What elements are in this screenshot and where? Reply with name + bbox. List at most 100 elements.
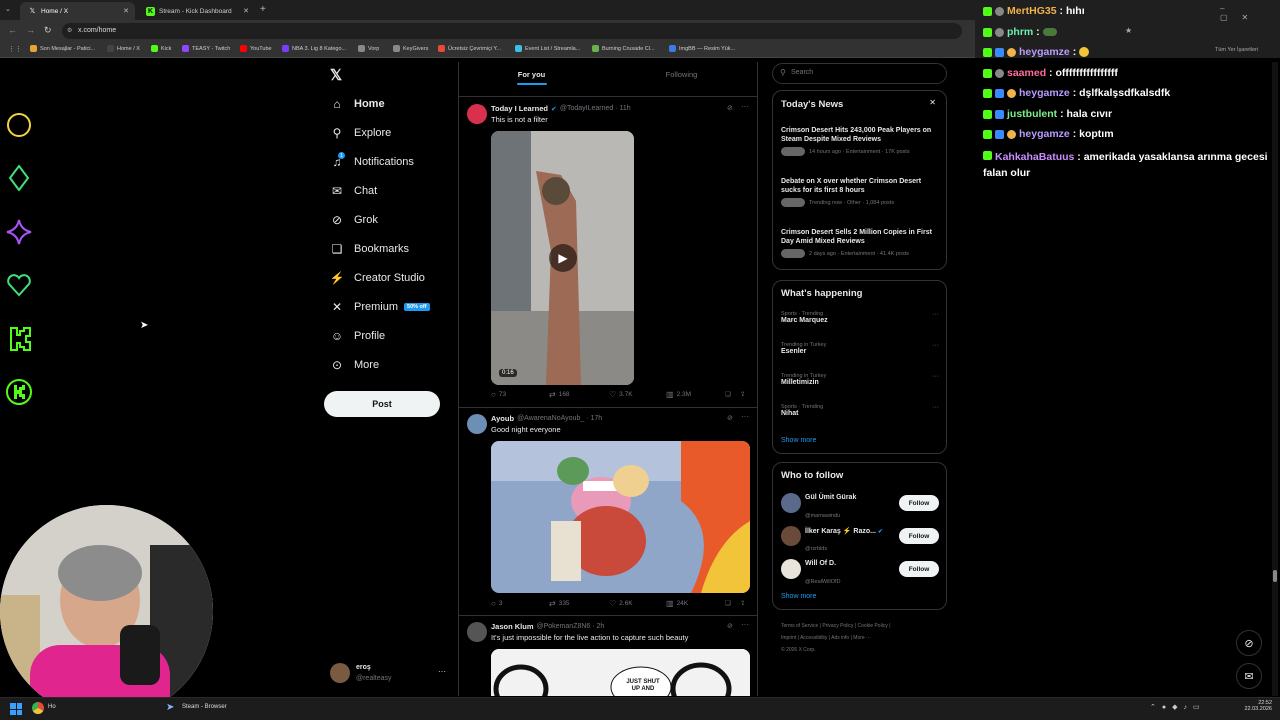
bookmark-item[interactable]: TEASY - Twitch [182,45,230,52]
more-dots-icon[interactable]: ··· [741,620,749,629]
news-item[interactable]: Crimson Desert Hits 243,000 Peak Players… [781,126,939,156]
follow-suggestion[interactable]: Gül Ümit Gürak @mamawindu Follow [781,492,939,519]
bookmark-item[interactable]: Vorp [358,45,379,52]
follow-button[interactable]: Follow [899,561,939,577]
follow-suggestion[interactable]: Will Of D. @RealWillOfD Follow [781,558,939,585]
bookmark-item[interactable]: Kick [151,45,171,52]
repost-button[interactable]: ⇄ 335 [549,599,570,608]
play-icon[interactable]: ▶ [549,244,577,272]
reply-button[interactable]: ○ 73 [491,390,506,399]
system-tray-icons[interactable]: ⌃●◆♪▭ [1150,703,1206,711]
more-dots-icon[interactable]: ··· [932,342,939,349]
grok-icon[interactable]: ⊘ [727,622,733,630]
nav-more[interactable]: ⊙ More [330,355,379,375]
avatar[interactable] [781,493,801,513]
nav-grok[interactable]: ⊘ Grok [330,210,378,230]
window-controls[interactable]: –▢✕ [1220,4,1280,22]
nav-creator-studio[interactable]: ⚡ Creator Studio [330,268,425,288]
reload-icon[interactable]: ↻ [44,25,52,36]
show-more-link[interactable]: Show more [781,593,816,600]
news-item[interactable]: Crimson Desert Sells 2 Million Copies in… [781,228,939,258]
footer-link[interactable]: Ads info [831,635,849,641]
forward-icon[interactable]: → [26,25,35,35]
more-dots-icon[interactable]: ··· [932,404,939,411]
footer-link[interactable]: More ··· [853,635,871,641]
share-icon[interactable]: ⇪ [740,599,745,607]
bookmark-item[interactable]: ImgBB — Resim Yük... [669,45,735,52]
follow-button[interactable]: Follow [899,495,939,511]
like-button[interactable]: ♡ 2.6K [609,599,633,608]
new-tab-icon[interactable]: + [260,4,266,15]
tweet[interactable]: Today I Learned ✔ @TodayILearned · 11h ⊘… [459,97,757,407]
account-name[interactable]: eroş [356,664,371,671]
messages-icon[interactable]: ✉ [1236,663,1262,689]
more-dots-icon[interactable]: ··· [932,373,939,380]
nav-bookmarks[interactable]: ❏ Bookmarks [330,239,409,259]
star-icon[interactable]: ★ [1125,26,1132,35]
chrome-icon[interactable] [32,702,44,714]
trend-item[interactable]: Sports · Trending Marc Marquez ··· [781,311,939,324]
more-dots-icon[interactable]: ··· [741,412,749,421]
taskbar-item-label[interactable]: Ho [48,704,56,710]
x-logo-icon[interactable]: 𝕏 [330,66,342,84]
close-icon[interactable]: ✕ [929,98,936,107]
tweet-image[interactable] [491,441,750,593]
avatar[interactable] [781,559,801,579]
bookmark-item[interactable]: NBA 3. Lig 8 Katego... [282,45,346,52]
trend-item[interactable]: Trending in Turkey Esenler ··· [781,342,939,355]
apps-icon[interactable]: ⋮⋮ [8,45,22,53]
avatar[interactable] [781,526,801,546]
show-more-link[interactable]: Show more [781,437,816,444]
search-input[interactable]: ⚲ Search [772,63,947,84]
footer-link[interactable]: Terms of Service [781,623,818,629]
more-dots-icon[interactable]: ··· [932,311,939,318]
trend-item[interactable]: Sports · Trending Nihat ··· [781,404,939,417]
grok-icon[interactable]: ⊘ [727,414,733,422]
footer-link[interactable]: Cookie Policy [858,623,888,629]
footer-link[interactable]: Imprint [781,635,796,641]
back-icon[interactable]: ← [8,25,17,35]
trend-item[interactable]: Trending in Turkey Milletimizin ··· [781,373,939,386]
nav-premium[interactable]: ✕ Premium 50% off [330,297,430,317]
tweet-author-name[interactable]: Jason Klum [491,622,534,631]
tab-following[interactable]: Following [609,62,754,86]
avatar[interactable] [467,414,487,434]
close-icon[interactable]: ✕ [243,7,249,15]
share-icon[interactable]: ⇪ [740,390,745,398]
nav-chat[interactable]: ✉ Chat [330,181,377,201]
tab-home-x[interactable]: 𝕏 Home / X ✕ [20,2,135,20]
views-button[interactable]: ▥ 24K [666,599,688,608]
bookmark-item[interactable]: KeyGivers [393,45,428,52]
more-dots-icon[interactable]: ··· [438,667,446,676]
site-info-icon[interactable]: ⚙ [67,23,72,39]
avatar[interactable] [467,104,487,124]
bookmark-item[interactable]: Son Mesajlar - Patici... [30,45,95,52]
follow-button[interactable]: Follow [899,528,939,544]
bookmark-icon[interactable]: ❏ [725,390,731,398]
tweet-author-name[interactable]: Ayoub [491,414,514,423]
news-item[interactable]: Debate on X over whether Crimson Desert … [781,177,939,207]
views-button[interactable]: ▥ 2.3M [666,390,691,399]
chevron-down-icon[interactable]: ⌄ [5,5,11,13]
tab-kick-dashboard[interactable]: K Stream - Kick Dashboard ✕ [138,2,255,20]
url-input[interactable]: ⚙ x.com/home [62,23,962,39]
taskbar-item-label[interactable]: Steam - Browser [182,704,227,710]
nav-home[interactable]: ⌂ Home [330,94,384,114]
tweet-author-name[interactable]: Today I Learned [491,104,548,113]
tweet[interactable]: Jason Klum @PokemanZ8N6 · 2h ⊘ ··· It's … [459,616,757,696]
post-button[interactable]: Post [324,391,440,417]
avatar[interactable] [330,663,350,683]
scrollbar-thumb[interactable] [1273,570,1277,582]
bookmark-item[interactable]: Home / X [107,45,140,52]
close-icon[interactable]: ✕ [123,7,129,15]
avatar[interactable] [467,622,487,642]
follow-suggestion[interactable]: İlker Karaş ⚡ Razo... ✔ @rzrblds Follow [781,525,939,552]
bookmark-item[interactable]: Event List / Streamla... [515,45,580,52]
nav-profile[interactable]: ☺ Profile [330,326,385,346]
footer-link[interactable]: Privacy Policy [822,623,853,629]
tweet-video[interactable]: ▶ 0:16 [491,131,634,385]
nav-notifications[interactable]: ♫ 1 Notifications [330,152,414,172]
more-dots-icon[interactable]: ··· [741,102,749,111]
bookmark-item[interactable]: Ücretsiz Çevrimiçi Y... [438,45,501,52]
all-bookmarks-label[interactable]: Tüm Yer İşaretleri [1215,47,1258,53]
